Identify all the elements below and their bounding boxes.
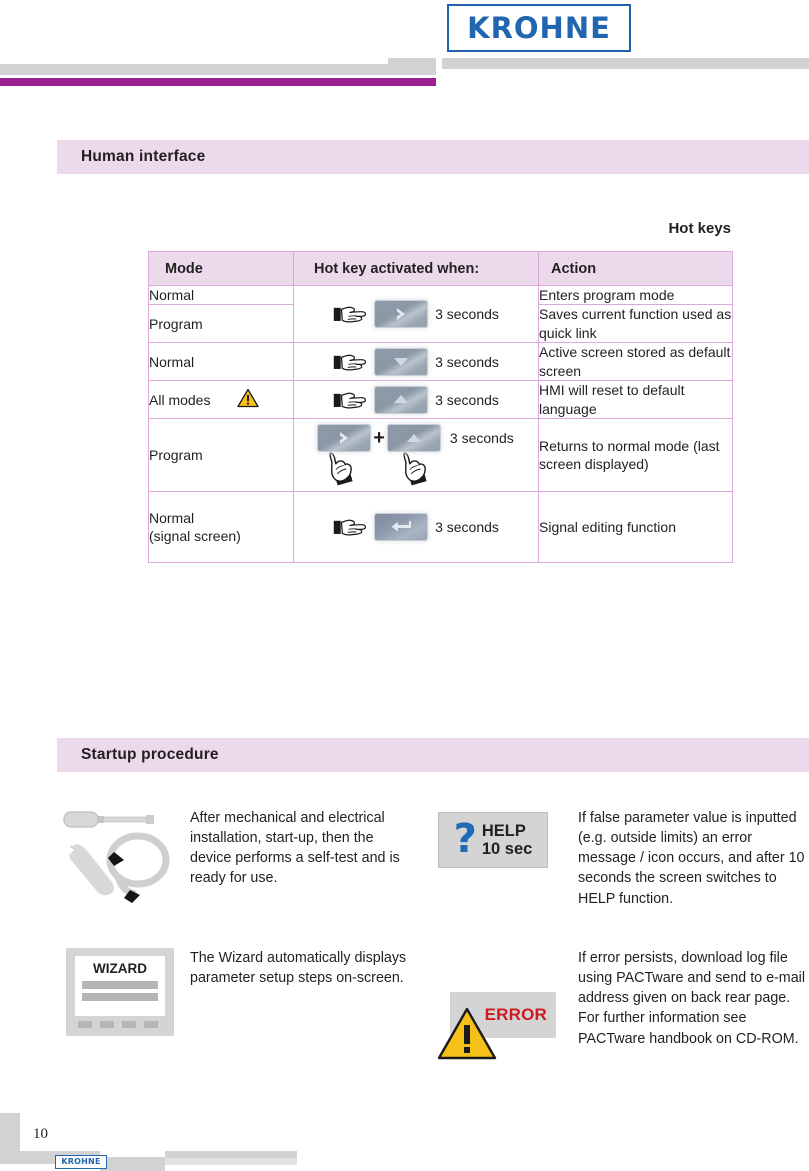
cell-action: HMI will reset to default language xyxy=(538,380,733,420)
hot-keys-title: Hot keys xyxy=(668,220,731,237)
section-header-startup-procedure: Startup procedure xyxy=(57,738,809,772)
enter-arrow-icon xyxy=(391,521,412,532)
footer-logo-text: KROHNE xyxy=(61,1157,101,1166)
help-label-line2: 10 sec xyxy=(481,840,533,858)
cell-action: Saves current function used as quick lin… xyxy=(538,304,733,344)
key-combo: 3 seconds xyxy=(294,348,538,375)
startup-text-error: If error persists, download log file usi… xyxy=(578,950,806,1047)
column-header-action: Action xyxy=(538,251,733,286)
footer-grey-block-b xyxy=(100,1157,165,1171)
triangle-down-icon xyxy=(394,358,409,367)
hand-pointing-right-icon xyxy=(333,349,367,375)
wizard-key xyxy=(78,1021,92,1028)
plus-sign: + xyxy=(373,426,385,449)
cell-action: Signal editing function xyxy=(538,491,733,564)
page-number: 10 xyxy=(33,1126,48,1142)
duration-label: 3 seconds xyxy=(435,519,499,536)
table-row: Normal xyxy=(148,284,733,344)
cell-mode-label: All modes xyxy=(149,391,211,408)
cell-hot-key-combo: 3 seconds xyxy=(293,380,539,420)
startup-text-help: If false parameter value is inputted (e.… xyxy=(578,810,805,907)
hand-pointing-right-icon xyxy=(333,301,367,327)
column-header-mode: Mode xyxy=(148,251,294,286)
wizard-bar xyxy=(82,992,158,1001)
key-combo: 3 seconds xyxy=(294,386,538,413)
cell-mode-line2: (signal screen) xyxy=(149,528,241,545)
wizard-screen-icon: WIZARD xyxy=(66,948,174,1036)
warning-triangle-icon xyxy=(237,388,259,412)
help-label-line1: HELP xyxy=(481,821,526,840)
hand-pointing-up-icon xyxy=(324,449,354,487)
hand-pointing-right-icon xyxy=(333,387,367,413)
cell-mode: Program xyxy=(148,304,294,344)
duration-label: 3 seconds xyxy=(435,353,499,370)
header-grey-bar-left xyxy=(0,64,436,75)
table-header-row: Mode Hot key activated when: Action xyxy=(148,251,733,286)
cell-mode: Normal (signal screen) xyxy=(148,491,294,564)
cell-mode-line1: Normal xyxy=(149,509,195,526)
wizard-key xyxy=(144,1021,158,1028)
cell-mode: Program xyxy=(148,418,294,493)
hot-keys-table: Mode Hot key activated when: Action Norm… xyxy=(148,251,733,564)
triangle-up-icon xyxy=(394,395,409,404)
up-arrow-key[interactable] xyxy=(387,425,440,452)
chevron-right-icon xyxy=(397,308,406,321)
table-row: Program + 3 seconds Returns to normal mo… xyxy=(148,418,733,493)
header-magenta-rule xyxy=(0,78,436,86)
cell-hot-key-combo: + 3 seconds xyxy=(293,418,539,493)
table-row: Normal xyxy=(148,342,733,382)
screwdriver-wrench-icon xyxy=(62,800,174,913)
footer-grey-block-d xyxy=(165,1158,297,1165)
chevron-right-icon xyxy=(340,432,349,445)
cell-hot-key-combo: 3 seconds xyxy=(293,284,539,344)
krohne-logo-text: KROHNE xyxy=(467,10,611,45)
startup-text-wizard: The Wizard automatically displays parame… xyxy=(190,950,407,987)
key-combo: + 3 seconds xyxy=(294,419,538,491)
section-header-human-interface: Human interface xyxy=(57,140,809,174)
cell-mode: All modes xyxy=(148,380,294,420)
key-combo: 3 seconds xyxy=(294,301,538,328)
cell-action: Active screen stored as default screen xyxy=(538,342,733,382)
key-combo: 3 seconds xyxy=(294,514,538,541)
table-row: All modes 3 seconds HMI will reset to de… xyxy=(148,380,733,420)
footer-left-bar xyxy=(0,1113,20,1151)
right-arrow-key[interactable] xyxy=(318,425,371,452)
warning-triangle-icon xyxy=(436,1006,498,1067)
cell-mode: Normal xyxy=(148,342,294,382)
cell-action: Enters program mode xyxy=(538,284,733,306)
wizard-key xyxy=(100,1021,114,1028)
up-arrow-key[interactable] xyxy=(375,386,428,413)
footer-krohne-logo: KROHNE xyxy=(55,1155,107,1169)
table-row: Normal (signal screen) 3 seconds Signal … xyxy=(148,491,733,564)
question-mark-icon: ? xyxy=(453,815,477,862)
wizard-bar xyxy=(82,980,158,989)
krohne-logo: KROHNE xyxy=(447,4,631,52)
duration-label: 3 seconds xyxy=(435,306,499,323)
cell-mode: Normal xyxy=(148,284,294,306)
cell-action: Returns to normal mode (last screen disp… xyxy=(538,418,733,493)
duration-label: 3 seconds xyxy=(449,430,514,447)
enter-key[interactable] xyxy=(375,514,428,541)
startup-text-self-test: After mechanical and electrical installa… xyxy=(190,810,400,887)
triangle-up-icon xyxy=(406,433,421,442)
section-title: Human interface xyxy=(81,148,206,165)
column-header-hot-key-activated-when: Hot key activated when: xyxy=(293,251,539,286)
hand-pointing-up-icon xyxy=(398,449,428,487)
down-arrow-key[interactable] xyxy=(375,348,428,375)
hand-pointing-right-icon xyxy=(333,514,367,540)
wizard-label: WIZARD xyxy=(93,961,147,976)
wizard-key-row xyxy=(75,1021,165,1028)
wizard-key xyxy=(122,1021,136,1028)
right-arrow-key[interactable] xyxy=(375,301,428,328)
header-grey-bar-right xyxy=(388,58,809,69)
header-notch xyxy=(436,52,442,70)
section-title: Startup procedure xyxy=(81,746,219,763)
error-screen-icon: ERROR xyxy=(432,988,556,1062)
help-screen-icon: ? HELP 10 sec xyxy=(438,812,548,868)
cell-hot-key-combo: 3 seconds xyxy=(293,491,539,564)
duration-label: 3 seconds xyxy=(435,391,499,408)
cell-hot-key-combo: 3 seconds xyxy=(293,342,539,382)
